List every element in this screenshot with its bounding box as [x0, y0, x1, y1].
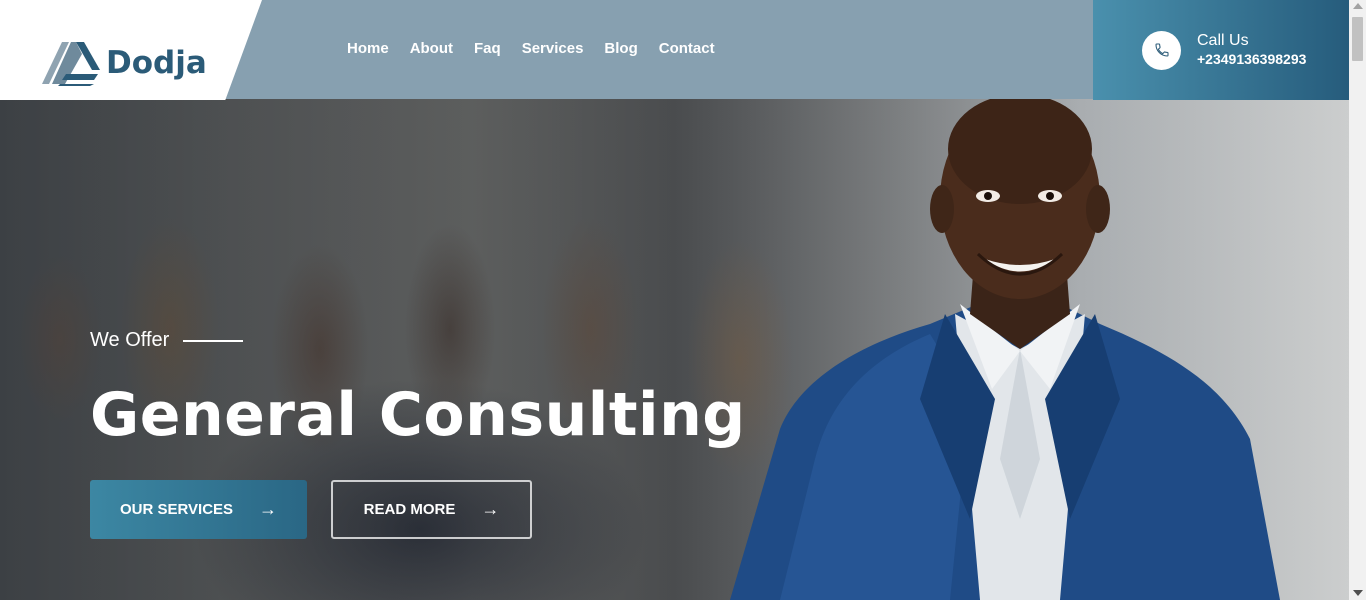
read-more-button[interactable]: READ MORE →	[331, 480, 532, 539]
phone-icon	[1142, 30, 1181, 70]
hero-section: We Offer General Consulting OUR SERVICES…	[0, 99, 1349, 600]
nav-home[interactable]: Home	[347, 40, 389, 57]
logo-panel: Dodja	[0, 0, 262, 100]
nav-blog[interactable]: Blog	[604, 40, 637, 57]
nav-about[interactable]: About	[410, 40, 453, 57]
nav-contact[interactable]: Contact	[659, 40, 715, 57]
scroll-down-arrow-icon[interactable]	[1353, 590, 1363, 596]
call-us-label: Call Us	[1197, 32, 1249, 50]
brand-logo[interactable]: Dodja	[42, 40, 207, 86]
call-us-text: Call Us +2349136398293	[1197, 31, 1306, 69]
nav-faq[interactable]: Faq	[474, 40, 501, 57]
nav-services[interactable]: Services	[522, 40, 584, 57]
arrow-right-icon: →	[259, 499, 278, 519]
hero-title: General Consulting	[90, 380, 746, 450]
hero-buttons: OUR SERVICES → READ MORE →	[90, 480, 746, 539]
brand-name: Dodja	[106, 45, 207, 81]
logo-mark-icon	[42, 42, 100, 86]
arrow-right-icon: →	[481, 499, 500, 519]
scroll-up-arrow-icon[interactable]	[1353, 3, 1363, 9]
tagline-divider	[183, 339, 244, 342]
tagline-row: We Offer	[90, 329, 746, 352]
read-more-label: READ MORE	[363, 501, 456, 518]
hero-content: We Offer General Consulting OUR SERVICES…	[90, 329, 746, 539]
hero-person-image	[730, 99, 1280, 600]
call-us-number[interactable]: +2349136398293	[1197, 51, 1306, 69]
our-services-label: OUR SERVICES	[119, 501, 234, 518]
scroll-thumb[interactable]	[1352, 17, 1363, 61]
hero-tagline: We Offer	[90, 329, 170, 351]
call-us-panel[interactable]: Call Us +2349136398293	[1093, 0, 1349, 100]
page-scrollbar[interactable]	[1349, 0, 1366, 600]
our-services-button[interactable]: OUR SERVICES →	[90, 480, 307, 539]
main-nav: Home About Faq Services Blog Contact	[347, 40, 715, 57]
